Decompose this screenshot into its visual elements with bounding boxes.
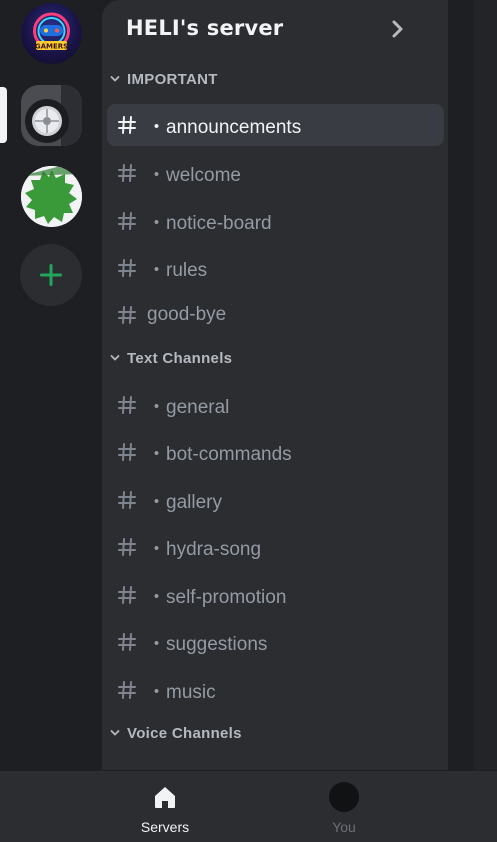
- hash-icon: [118, 633, 136, 651]
- add-server-button[interactable]: [20, 244, 82, 306]
- gamers-logo-icon: GAMERS: [33, 12, 70, 51]
- channel-label: good-bye: [147, 304, 227, 325]
- category-important[interactable]: IMPORTANT: [102, 66, 448, 92]
- server-icon-green-badge[interactable]: [21, 166, 82, 227]
- hash-icon: [118, 491, 136, 509]
- channel-gallery[interactable]: ・gallery: [107, 479, 444, 521]
- channel-suggestions[interactable]: ・suggestions: [107, 621, 444, 663]
- hash-icon: [118, 259, 136, 277]
- server-icon-gamers[interactable]: GAMERS: [21, 3, 82, 64]
- channel-label: ・gallery: [147, 491, 222, 513]
- channel-label: ・bot-commands: [147, 443, 292, 465]
- channel-label: ・rules: [147, 259, 208, 281]
- category-text-channels[interactable]: Text Channels: [102, 345, 448, 371]
- chat-panel-edge: [448, 0, 497, 770]
- channel-hydra-song[interactable]: ・hydra-song: [107, 526, 444, 568]
- chevron-down-icon: [110, 730, 120, 736]
- nav-you-label: You: [332, 819, 356, 835]
- plus-icon: [40, 264, 62, 286]
- app-root: GAMERS HELI's server IMPORTANT ・announce…: [0, 0, 497, 842]
- hash-icon: [118, 396, 136, 414]
- channel-label: ・suggestions: [147, 633, 268, 655]
- channel-panel: HELI's server IMPORTANT ・announcements ・…: [102, 0, 448, 770]
- hash-icon: [118, 164, 136, 182]
- category-label: Voice Channels: [127, 724, 242, 742]
- channel-notice-board[interactable]: ・notice-board: [107, 200, 444, 242]
- chevron-right-icon[interactable]: [388, 18, 408, 40]
- hash-icon: [118, 443, 136, 461]
- nav-servers[interactable]: Servers: [115, 779, 215, 839]
- server-icon-wheel[interactable]: [21, 85, 82, 146]
- category-label: IMPORTANT: [127, 70, 218, 88]
- channel-announcements[interactable]: ・announcements: [107, 104, 444, 146]
- channel-welcome[interactable]: ・welcome: [107, 152, 444, 194]
- channel-general[interactable]: ・general: [107, 384, 444, 426]
- channel-label: ・self-promotion: [147, 586, 287, 608]
- channel-label: ・announcements: [147, 116, 302, 138]
- green-badge-icon: [21, 166, 82, 227]
- hash-icon: [118, 538, 136, 556]
- server-header[interactable]: HELI's server: [102, 0, 448, 60]
- channel-self-promotion[interactable]: ・self-promotion: [107, 574, 444, 616]
- nav-servers-label: Servers: [140, 819, 190, 835]
- server-title: HELI's server: [126, 16, 284, 40]
- channel-label: ・hydra-song: [147, 538, 262, 560]
- chevron-down-icon: [110, 355, 120, 361]
- channel-bot-commands[interactable]: ・bot-commands: [107, 431, 444, 473]
- category-label: Text Channels: [127, 349, 233, 367]
- chevron-down-icon: [110, 76, 120, 82]
- category-voice-channels[interactable]: Voice Channels: [102, 720, 448, 746]
- channel-label: ・music: [147, 681, 216, 703]
- hash-icon: [118, 306, 136, 324]
- wheel-image-icon: [21, 85, 82, 146]
- chat-panel-strip: [474, 0, 497, 770]
- channel-label: ・welcome: [147, 164, 241, 186]
- hash-icon: [118, 212, 136, 230]
- server-rail: GAMERS: [0, 0, 102, 770]
- channel-label: ・general: [147, 396, 230, 418]
- hash-icon: [118, 681, 136, 699]
- hash-icon: [118, 116, 136, 134]
- nav-you[interactable]: You: [294, 779, 394, 839]
- active-server-indicator: [0, 87, 7, 143]
- channel-music[interactable]: ・music: [107, 669, 444, 711]
- gamers-logo-text: GAMERS: [35, 43, 68, 51]
- channel-label: ・notice-board: [147, 212, 272, 234]
- channel-good-bye[interactable]: good-bye: [107, 294, 444, 336]
- avatar: [329, 782, 359, 812]
- bottom-nav: Servers You: [0, 770, 497, 842]
- hash-icon: [118, 586, 136, 604]
- home-icon: [155, 787, 175, 808]
- channel-rules[interactable]: ・rules: [107, 247, 444, 289]
